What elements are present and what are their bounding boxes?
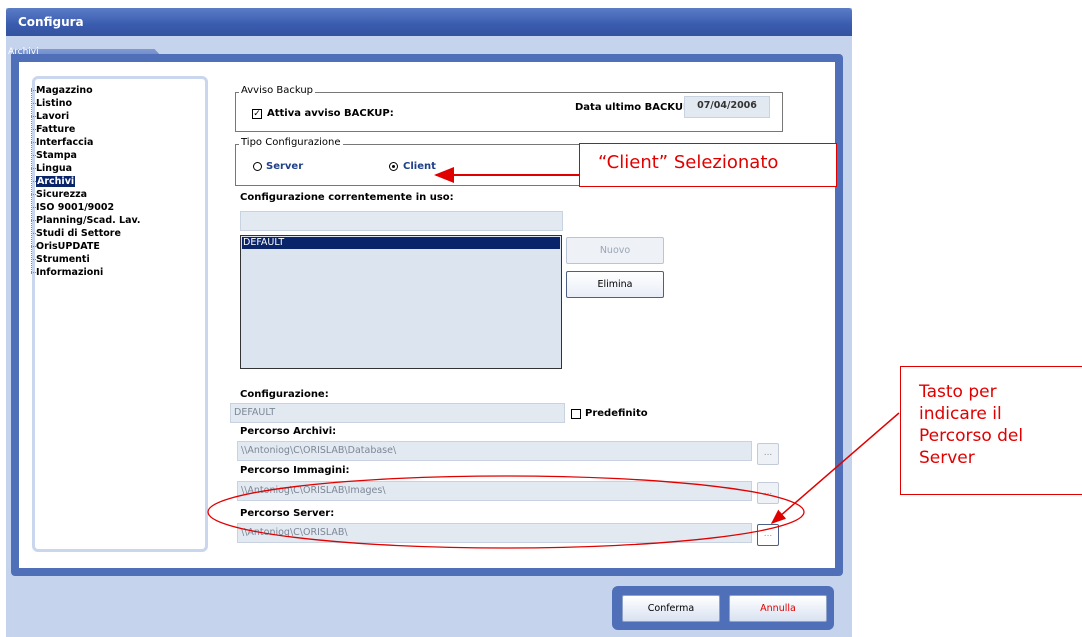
client-radio[interactable]: [389, 162, 398, 171]
last-backup-date: 07/04/2006: [684, 96, 770, 118]
server-path-browse-button[interactable]: ...: [757, 524, 779, 546]
backup-alert-checkbox[interactable]: ✓: [252, 109, 262, 119]
client-selected-annotation: “Client” Selezionato: [579, 143, 837, 187]
client-selected-annotation-text: “Client” Selezionato: [598, 152, 779, 173]
sidebar-item-strumenti[interactable]: Strumenti: [36, 254, 90, 265]
annotation-line: Tasto per: [919, 382, 997, 402]
images-path-label: Percorso Immagini:: [240, 465, 350, 476]
sidebar-item-informazioni[interactable]: Informazioni: [36, 267, 103, 278]
config-name-label: Configurazione:: [240, 389, 329, 400]
archive-path-label: Percorso Archivi:: [240, 426, 337, 437]
sidebar-item-iso[interactable]: ISO 9001/9002: [36, 202, 114, 213]
config-list-item-default[interactable]: DEFAULT: [242, 237, 560, 249]
current-config-field: [240, 211, 563, 231]
annotation-line: indicare il: [919, 404, 1002, 424]
config-listbox[interactable]: DEFAULT: [240, 235, 562, 369]
sidebar-item-sicurezza[interactable]: Sicurezza: [36, 189, 87, 200]
server-button-annotation-text: Tasto per indicare il Percorso del Serve…: [919, 381, 1023, 469]
server-radio-label[interactable]: Server: [266, 161, 303, 172]
cancel-button[interactable]: Annulla: [729, 595, 827, 622]
server-path-field[interactable]: \\Antoniog\C\ORISLAB\: [237, 523, 752, 543]
sidebar-item-listino[interactable]: Listino: [36, 98, 72, 109]
archive-path-browse-button[interactable]: ...: [757, 443, 779, 465]
sidebar-item-magazzino[interactable]: Magazzino: [36, 85, 93, 96]
sidebar-item-interfaccia[interactable]: Interfaccia: [36, 137, 93, 148]
config-type-group-title: Tipo Configurazione: [239, 137, 343, 148]
images-path-browse-button[interactable]: ...: [757, 482, 779, 504]
delete-button[interactable]: Elimina: [566, 271, 664, 298]
last-backup-label: Data ultimo BACKUP:: [575, 102, 695, 113]
server-button-annotation: Tasto per indicare il Percorso del Serve…: [900, 366, 1082, 495]
current-config-label: Configurazione correntemente in uso:: [240, 192, 454, 203]
images-path-field[interactable]: \\Antoniog\C\ORISLAB\Images\: [237, 481, 752, 501]
sidebar-item-planning[interactable]: Planning/Scad. Lav.: [36, 215, 141, 226]
sidebar-item-orisupdate[interactable]: OrisUPDATE: [36, 241, 100, 252]
server-radio[interactable]: [253, 162, 262, 171]
sidebar-item-fatture[interactable]: Fatture: [36, 124, 75, 135]
backup-alert-label: Attiva avviso BACKUP:: [267, 108, 394, 119]
confirm-button[interactable]: Conferma: [622, 595, 720, 622]
sidebar-item-lavori[interactable]: Lavori: [36, 111, 69, 122]
client-radio-label[interactable]: Client: [403, 161, 436, 172]
sidebar-item-studi-di-settore[interactable]: Studi di Settore: [36, 228, 121, 239]
config-name-field[interactable]: DEFAULT: [230, 403, 565, 423]
sidebar-item-archivi[interactable]: Archivi: [36, 176, 76, 187]
title-bar: Configura: [6, 8, 852, 36]
sidebar-item-stampa[interactable]: Stampa: [36, 150, 77, 161]
default-checkbox-label: Predefinito: [585, 408, 648, 419]
window-title: Configura: [18, 15, 84, 29]
default-checkbox[interactable]: [571, 409, 581, 419]
server-path-label: Percorso Server:: [240, 508, 335, 519]
new-button[interactable]: Nuovo: [566, 237, 664, 264]
archive-path-field[interactable]: \\Antoniog\C\ORISLAB\Database\: [237, 441, 752, 461]
backup-group-title: Avviso Backup: [239, 85, 316, 96]
sidebar-item-lingua[interactable]: Lingua: [36, 163, 72, 174]
annotation-line: Percorso del: [919, 426, 1024, 446]
annotation-line: Server: [919, 448, 975, 468]
